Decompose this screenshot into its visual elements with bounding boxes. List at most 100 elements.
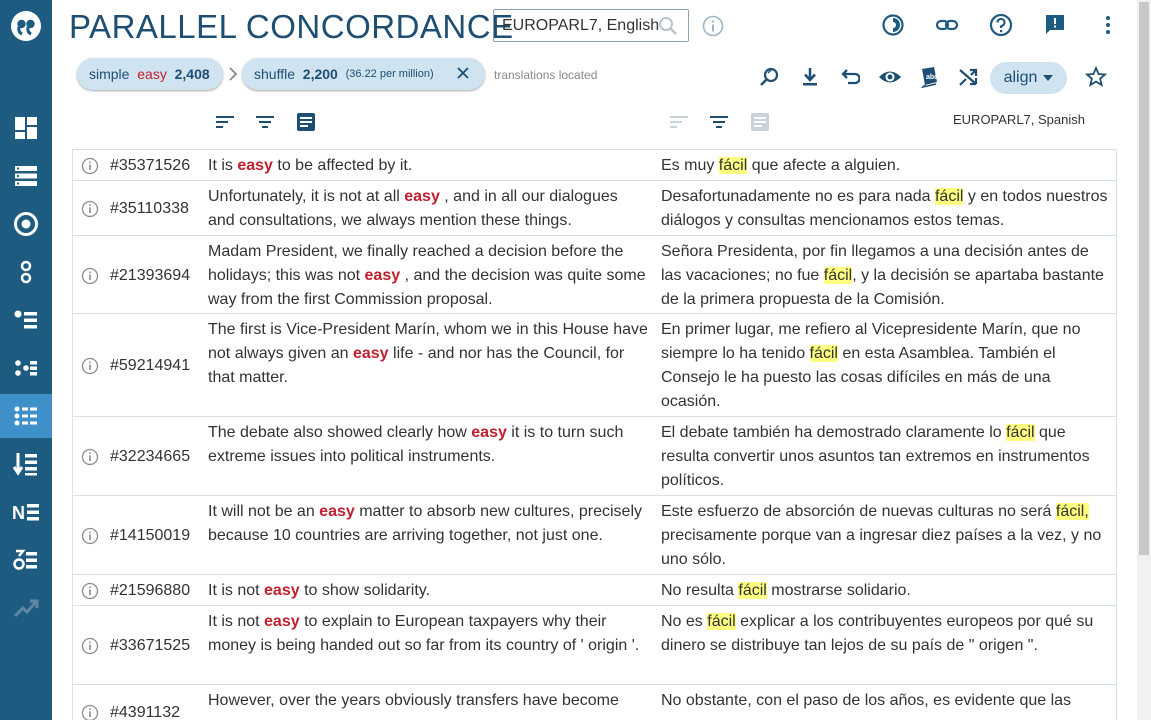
- zoom-reset-icon[interactable]: [759, 66, 781, 93]
- table-row[interactable]: #35110338 Unfortunately, it is not at all…: [72, 181, 1117, 236]
- parallel-concordance-icon[interactable]: [0, 394, 52, 438]
- theme-icon[interactable]: [881, 13, 905, 42]
- concordance-list-icon[interactable]: [0, 154, 52, 198]
- shuffle-chip[interactable]: shuffle 2,200 (36.22 per million): [242, 58, 485, 90]
- dictionary-icon[interactable]: abc: [918, 66, 940, 93]
- source-sentence: It is not easy to show solidarity.: [208, 579, 648, 603]
- feedback-icon[interactable]: [1043, 13, 1067, 42]
- target-highlight[interactable]: fácil: [1006, 424, 1035, 441]
- ngrams-icon[interactable]: [0, 538, 52, 582]
- word-sketch-icon[interactable]: [0, 250, 52, 294]
- target-sentence: Señora Presidenta, por fin llegamos a un…: [661, 240, 1113, 312]
- row-id[interactable]: #21393694: [110, 264, 190, 288]
- target-filter-icon[interactable]: [708, 112, 730, 137]
- target-highlight[interactable]: fácil: [718, 157, 748, 174]
- dashboard-icon[interactable]: [0, 106, 52, 150]
- source-keyword[interactable]: easy: [264, 582, 300, 599]
- table-row[interactable]: #21393694 Madam President, we finally rea…: [72, 236, 1117, 314]
- target-sentence: El debate también ha demostrado claramen…: [661, 421, 1113, 493]
- view-icon[interactable]: [878, 66, 902, 93]
- row-info-icon[interactable]: [81, 357, 99, 383]
- row-id[interactable]: #32234665: [110, 445, 190, 469]
- target-highlight[interactable]: fácil: [707, 613, 736, 630]
- search-icon[interactable]: [658, 16, 678, 41]
- app-logo-icon[interactable]: [0, 0, 52, 52]
- corpus-selector[interactable]: EUROPARL7, English: [493, 9, 689, 42]
- table-row[interactable]: #21596880 It is not easy to show solidari…: [72, 575, 1117, 606]
- align-dropdown[interactable]: align: [990, 62, 1067, 94]
- table-row[interactable]: #14150019 It will not be an easy matter t…: [72, 496, 1117, 575]
- page-title: PARALLEL CONCORDANCE: [69, 8, 514, 45]
- table-row[interactable]: #59214941 The first is Vice-President Mar…: [72, 314, 1117, 417]
- source-keyword[interactable]: easy: [237, 157, 273, 174]
- row-id[interactable]: #21596880: [110, 579, 190, 603]
- source-left-context: Unfortunately, it is not at all: [208, 188, 405, 205]
- source-sentence: The first is Vice-President Marín, whom …: [208, 318, 648, 390]
- query-chip[interactable]: simple easy 2,408: [77, 58, 223, 90]
- more-menu-icon[interactable]: [1100, 13, 1116, 42]
- thesaurus-icon[interactable]: [0, 298, 52, 342]
- target-left-context: Desafortunadamente no es para nada: [661, 188, 935, 205]
- scrollbar[interactable]: [1137, 0, 1151, 720]
- table-row[interactable]: #33671525 It is not easy to explain to Eu…: [72, 606, 1117, 685]
- row-info-icon[interactable]: [81, 637, 99, 663]
- table-row[interactable]: #35371526 It is easy to be affected by it…: [72, 150, 1117, 181]
- source-sentence: It is not easy to explain to European ta…: [208, 610, 648, 658]
- row-info-icon[interactable]: [81, 582, 99, 608]
- source-sentence: It will not be an easy matter to absorb …: [208, 500, 648, 548]
- scrollbar-thumb[interactable]: [1139, 2, 1149, 555]
- target-highlight[interactable]: fácil: [934, 188, 964, 205]
- target-sentence: No es fácil explicar a los contribuyente…: [661, 610, 1113, 658]
- wordlist-icon[interactable]: [0, 442, 52, 486]
- source-keyword[interactable]: easy: [365, 267, 401, 284]
- close-icon[interactable]: [457, 66, 469, 82]
- corpus-info-icon[interactable]: [702, 15, 724, 42]
- download-icon[interactable]: [800, 66, 820, 93]
- row-id[interactable]: #14150019: [110, 524, 190, 548]
- undo-icon[interactable]: [838, 66, 861, 93]
- filter-icon[interactable]: [254, 112, 276, 137]
- row-info-icon[interactable]: [81, 527, 99, 553]
- sketch-diff-icon[interactable]: [0, 346, 52, 390]
- source-keyword[interactable]: easy: [404, 188, 440, 205]
- target-highlight[interactable]: fácil: [738, 582, 767, 599]
- star-icon[interactable]: [1084, 65, 1108, 93]
- row-id[interactable]: #35110338: [110, 197, 189, 221]
- row-info-icon[interactable]: [81, 157, 99, 183]
- source-sentence: Madam President, we finally reached a de…: [208, 240, 648, 312]
- target-highlight[interactable]: fácil: [809, 345, 838, 362]
- row-id[interactable]: #4391132: [110, 701, 180, 720]
- trends-icon[interactable]: [0, 586, 52, 630]
- source-sentence: However, over the years obviously transf…: [208, 689, 648, 713]
- svg-text:abc: abc: [926, 74, 938, 81]
- concordance-table: #35371526 It is easy to be affected by it…: [72, 149, 1117, 720]
- sort-icon[interactable]: [214, 112, 236, 137]
- source-keyword[interactable]: easy: [353, 345, 389, 362]
- target-icon[interactable]: [0, 202, 52, 246]
- help-icon[interactable]: [989, 13, 1013, 42]
- status-text: translations located: [494, 68, 598, 82]
- table-row[interactable]: #4391132 However, over the years obviousl…: [72, 685, 1117, 720]
- source-keyword[interactable]: easy: [471, 424, 507, 441]
- shuffle-icon[interactable]: [958, 66, 980, 93]
- row-id[interactable]: #59214941: [110, 354, 190, 378]
- target-left-context: No es: [661, 613, 708, 630]
- row-info-icon[interactable]: [81, 448, 99, 474]
- corpus-name: EUROPARL7, English: [502, 16, 660, 34]
- link-icon[interactable]: [935, 13, 959, 42]
- source-keyword[interactable]: easy: [319, 503, 355, 520]
- source-keyword[interactable]: easy: [264, 613, 300, 630]
- target-highlight[interactable]: fácil,: [1055, 503, 1089, 520]
- row-info-icon[interactable]: [81, 267, 99, 293]
- row-info-icon[interactable]: [81, 704, 99, 720]
- row-id[interactable]: #35371526: [110, 154, 190, 178]
- keywords-icon[interactable]: N: [0, 490, 52, 534]
- row-info-icon[interactable]: [81, 200, 99, 226]
- query-type: simple: [89, 66, 130, 82]
- svg-text:N: N: [12, 503, 25, 523]
- table-row[interactable]: #32234665 The debate also showed clearly …: [72, 417, 1117, 496]
- target-highlight[interactable]: fácil: [823, 267, 853, 284]
- details-icon[interactable]: [295, 112, 317, 137]
- row-id[interactable]: #33671525: [110, 634, 190, 658]
- source-left-context: However, over the years obviously transf…: [208, 692, 619, 709]
